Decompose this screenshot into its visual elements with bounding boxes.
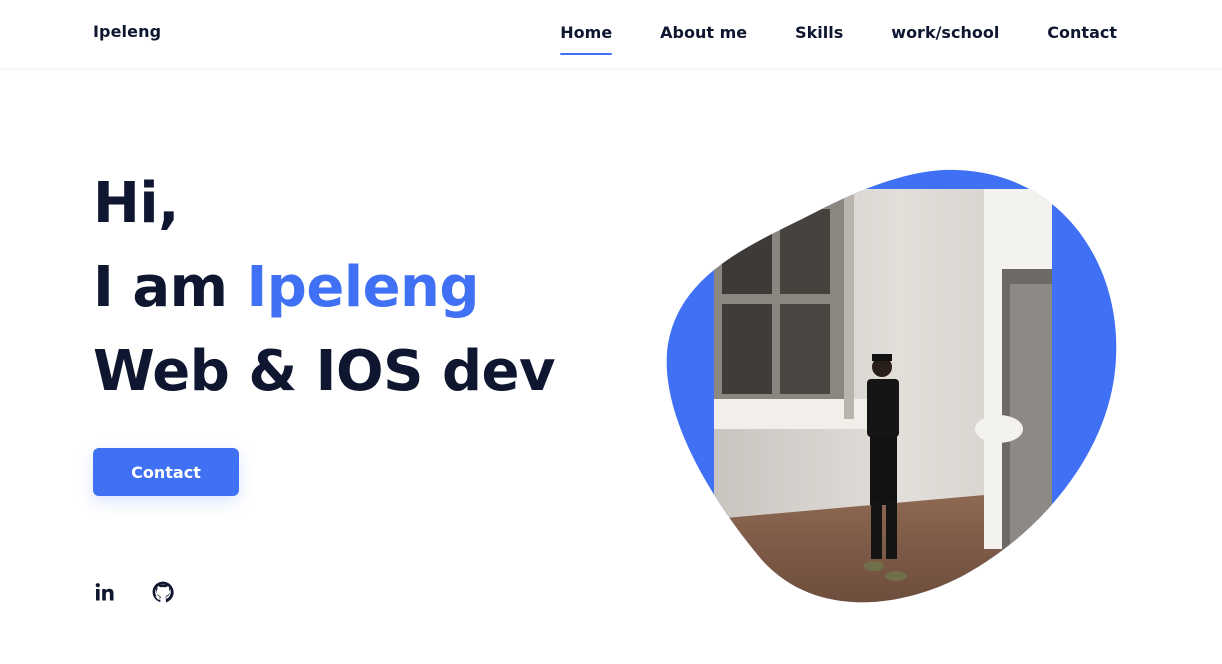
- main-nav: Home About me Skills work/school Contact: [560, 22, 1117, 55]
- hero-intro: I am Ipeleng: [93, 246, 555, 330]
- nav-item-home[interactable]: Home: [560, 22, 612, 55]
- contact-button[interactable]: Contact: [93, 448, 239, 496]
- nav-item-contact[interactable]: Contact: [1047, 22, 1117, 43]
- linkedin-link[interactable]: [93, 580, 117, 604]
- github-link[interactable]: [151, 580, 175, 604]
- social-links: [93, 580, 175, 604]
- site-header: Ipeleng Home About me Skills work/school…: [0, 0, 1222, 68]
- logo[interactable]: Ipeleng: [93, 22, 161, 41]
- hero-role: Web & IOS dev: [93, 339, 556, 404]
- hero-greeting: Hi,: [93, 171, 179, 236]
- nav-item-work-school[interactable]: work/school: [891, 22, 999, 43]
- linkedin-icon: [95, 583, 114, 601]
- hero-name: Ipeleng: [246, 255, 479, 320]
- nav-item-skills[interactable]: Skills: [795, 22, 843, 43]
- hero-intro-prefix: I am: [93, 255, 247, 320]
- profile-image: [666, 168, 1118, 610]
- nav-item-about-me[interactable]: About me: [660, 22, 747, 43]
- github-icon: [152, 581, 174, 603]
- hero-text: Hi, I am Ipeleng Web & IOS dev: [93, 162, 556, 414]
- profile-blob: [666, 169, 1117, 603]
